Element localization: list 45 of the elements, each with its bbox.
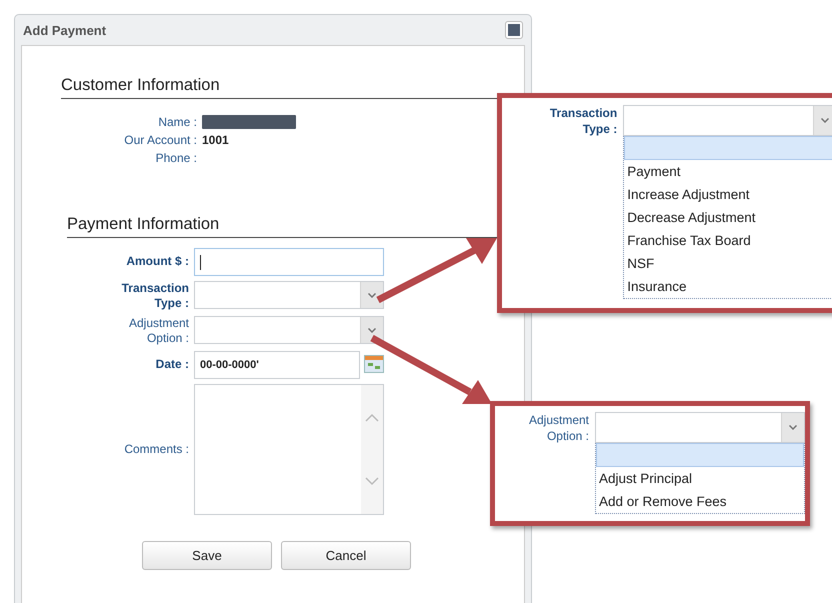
field-label: Transaction Type : bbox=[548, 105, 618, 137]
chevron-down-icon bbox=[368, 292, 376, 298]
dropdown-option[interactable]: Payment bbox=[624, 160, 832, 183]
chevron-down-icon bbox=[368, 328, 376, 332]
dropdown-button[interactable] bbox=[781, 413, 804, 442]
save-button[interactable]: Save bbox=[142, 541, 272, 570]
dropdown-button[interactable] bbox=[360, 282, 383, 308]
blank-option[interactable] bbox=[624, 136, 832, 160]
field-label: Adjustment Option : bbox=[528, 412, 590, 444]
dropdown-button[interactable] bbox=[360, 317, 383, 343]
field-label: Amount $ : bbox=[125, 253, 190, 269]
dropdown-field[interactable] bbox=[194, 316, 384, 344]
amount-input[interactable] bbox=[194, 248, 384, 276]
section-heading: Customer Information bbox=[61, 76, 501, 99]
cancel-button[interactable]: Cancel bbox=[281, 541, 411, 570]
comments-textarea[interactable] bbox=[194, 384, 384, 515]
field-label: Phone : bbox=[154, 151, 198, 165]
field-label: Adjustment Option : bbox=[128, 316, 190, 346]
dropdown-option[interactable]: NSF bbox=[624, 252, 832, 275]
dropdown-option[interactable]: Add or Remove Fees bbox=[596, 490, 804, 513]
dropdown-option[interactable]: Franchise Tax Board bbox=[624, 229, 832, 252]
chevron-down-icon bbox=[821, 118, 829, 123]
scrollbar[interactable] bbox=[361, 385, 383, 514]
dropdown-option[interactable]: Increase Adjustment bbox=[624, 183, 832, 206]
field-label: Date : bbox=[154, 356, 190, 372]
dropdown-option[interactable]: Adjust Principal bbox=[596, 467, 804, 490]
field-label: Transaction Type : bbox=[120, 281, 190, 311]
field-label: Name : bbox=[157, 115, 198, 129]
field-label: Comments : bbox=[123, 442, 190, 457]
dropdown-field[interactable] bbox=[623, 105, 832, 136]
dropdown-field[interactable] bbox=[595, 412, 805, 443]
dropdown-field[interactable] bbox=[194, 281, 384, 309]
maximize-button[interactable] bbox=[505, 21, 523, 39]
field-label: Our Account : bbox=[123, 133, 198, 147]
date-input[interactable]: 00-00-0000' bbox=[194, 351, 360, 379]
dropdown-button[interactable] bbox=[813, 106, 832, 135]
scroll-down-icon[interactable] bbox=[365, 477, 379, 486]
scroll-up-icon[interactable] bbox=[365, 412, 379, 422]
dropdown-option[interactable]: Insurance bbox=[624, 275, 832, 298]
field-value: 1001 bbox=[202, 133, 229, 147]
dialog-title: Add Payment bbox=[23, 22, 106, 38]
chevron-down-icon bbox=[789, 425, 797, 430]
dropdown-option[interactable]: Decrease Adjustment bbox=[624, 206, 832, 229]
calendar-icon[interactable] bbox=[364, 355, 384, 373]
blank-option[interactable] bbox=[596, 443, 804, 467]
